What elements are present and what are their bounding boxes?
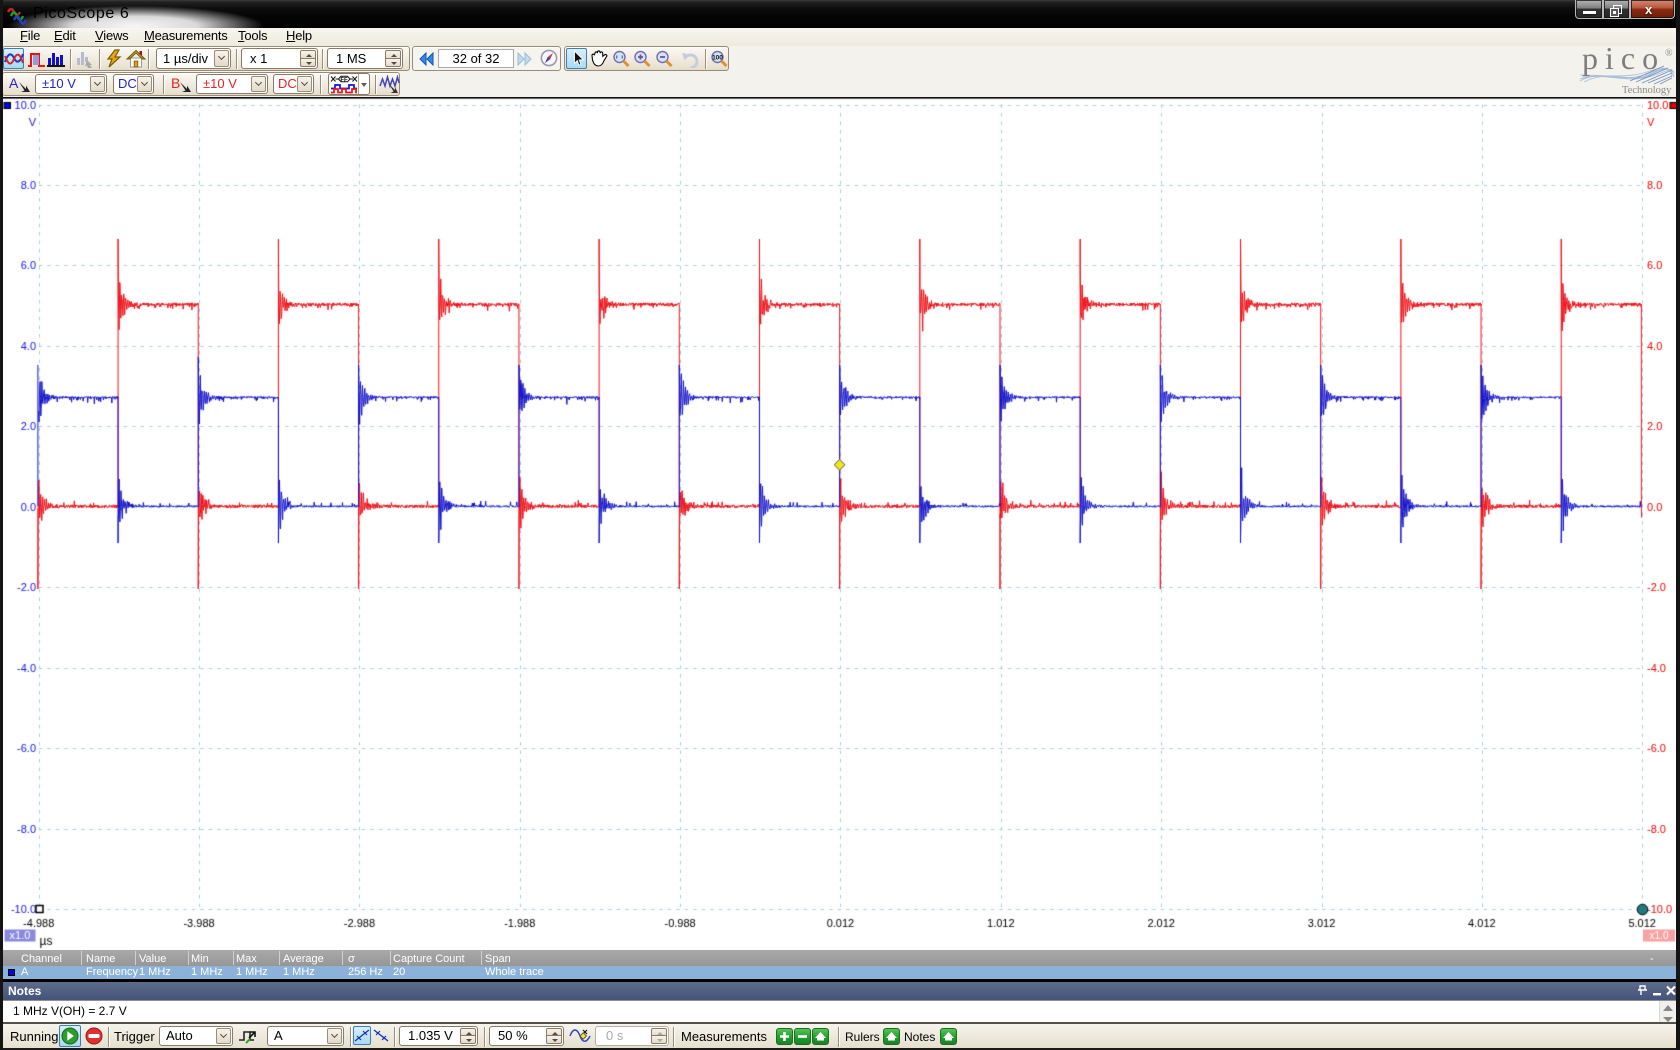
svg-text:pico: pico <box>1582 45 1665 76</box>
svg-text:FF: FF <box>340 77 348 83</box>
svg-text:Technology: Technology <box>1622 85 1672 96</box>
svg-text:®: ® <box>1665 48 1673 59</box>
svg-text:100: 100 <box>712 55 723 62</box>
